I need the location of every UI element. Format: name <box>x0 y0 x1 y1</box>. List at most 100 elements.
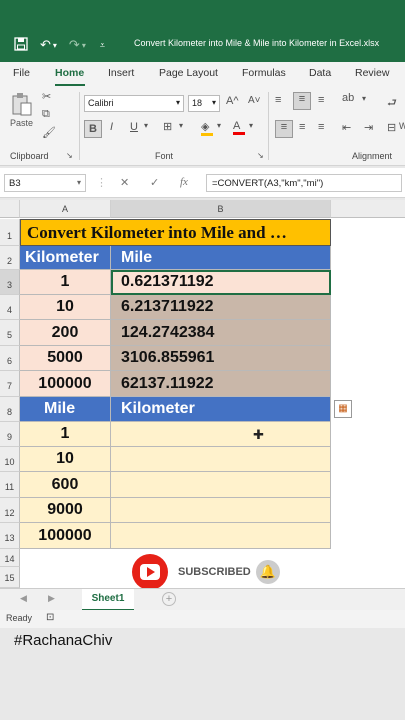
paste-label[interactable]: Paste <box>10 118 33 128</box>
accessibility-icon[interactable]: ⊡ <box>46 612 54 623</box>
orientation-dropdown-icon[interactable]: ▾ <box>362 94 366 103</box>
redo-dropdown-icon[interactable]: ▾ <box>82 41 86 50</box>
fill-dropdown-icon[interactable]: ▾ <box>217 121 221 130</box>
cancel-icon[interactable]: ✕ <box>120 176 129 189</box>
font-color-icon[interactable]: A <box>233 120 245 135</box>
copy-icon[interactable]: ⧉ <box>42 108 50 121</box>
tab-file[interactable]: File <box>13 67 30 79</box>
km-cell[interactable] <box>111 498 331 523</box>
formula-input[interactable]: =CONVERT(A3,"km","mi") <box>206 174 402 192</box>
mile-cell[interactable]: 3106.855961 <box>111 346 331 371</box>
fill-color-icon[interactable]: ◈ <box>201 120 213 136</box>
top-align-icon[interactable]: ≡ <box>275 94 281 106</box>
row-header[interactable]: 1 <box>0 219 20 246</box>
undo-dropdown-icon[interactable]: ▾ <box>53 41 57 50</box>
quick-analysis-icon[interactable]: ▦ <box>334 400 352 418</box>
row-header[interactable]: 14 <box>0 549 20 567</box>
bold-button[interactable]: B <box>84 120 102 138</box>
row-header[interactable]: 7 <box>0 371 20 397</box>
tab-page-layout[interactable]: Page Layout <box>159 67 218 79</box>
km-cell[interactable]: 200 <box>20 320 111 346</box>
font-name-select[interactable]: Calibri ▾ <box>84 95 184 112</box>
paste-icon[interactable] <box>11 92 33 119</box>
tab-formulas[interactable]: Formulas <box>242 67 286 79</box>
mile-cell[interactable]: 1 <box>20 422 111 447</box>
align-center-icon[interactable]: ≡ <box>299 121 305 133</box>
sheet-tab-sheet1[interactable]: Sheet1 <box>82 589 134 611</box>
mile-cell[interactable]: 100000 <box>20 523 111 549</box>
align-left-icon[interactable]: ≡ <box>275 120 293 138</box>
font-launcher-icon[interactable]: ↘ <box>257 151 264 160</box>
header-mile[interactable]: Mile <box>20 397 111 422</box>
align-right-icon[interactable]: ≡ <box>318 121 324 133</box>
row-header[interactable]: 12 <box>0 498 20 523</box>
row-header[interactable]: 15 <box>0 567 20 588</box>
row-header[interactable]: 8 <box>0 397 20 422</box>
shrink-font-icon[interactable]: A˅ <box>248 95 261 106</box>
row-header[interactable]: 9 <box>0 422 20 447</box>
save-icon[interactable] <box>14 36 28 54</box>
mile-cell[interactable]: 62137.11922 <box>111 371 331 397</box>
orientation-icon[interactable]: ab <box>342 92 354 104</box>
tab-scroll-right-icon[interactable]: ▶ <box>48 593 55 604</box>
km-cell[interactable] <box>111 447 331 472</box>
font-size-select[interactable]: 18 ▾ <box>188 95 220 112</box>
redo-icon[interactable]: ↷ <box>69 37 80 53</box>
cut-icon[interactable]: ✂ <box>42 90 51 103</box>
row-header[interactable]: 6 <box>0 346 20 371</box>
font-color-dropdown-icon[interactable]: ▾ <box>249 121 253 130</box>
tab-review[interactable]: Review <box>355 67 389 79</box>
mile-cell-selected[interactable]: 0.621371192 <box>111 270 331 295</box>
italic-button[interactable]: I <box>110 121 113 133</box>
row-header[interactable]: 10 <box>0 447 20 472</box>
row-header[interactable]: 5 <box>0 320 20 346</box>
subscribe-overlay[interactable]: SUBSCRIBED 🔔 <box>132 554 284 590</box>
bottom-align-icon[interactable]: ≡ <box>318 94 324 106</box>
mile-cell[interactable]: 600 <box>20 472 111 498</box>
borders-icon[interactable]: ⊞ <box>163 120 172 133</box>
title-cell[interactable]: Convert Kilometer into Mile and … <box>20 219 331 246</box>
enter-icon[interactable]: ✓ <box>150 176 159 189</box>
tab-data[interactable]: Data <box>309 67 331 79</box>
header-kilometer[interactable]: Kilometer <box>111 397 331 422</box>
clipboard-launcher-icon[interactable]: ↘ <box>66 151 73 160</box>
grow-font-icon[interactable]: A^ <box>226 95 239 107</box>
format-painter-icon[interactable]: 🖌 <box>42 126 56 139</box>
row-header[interactable]: 2 <box>0 246 20 270</box>
name-box[interactable]: B3 ▾ <box>4 174 86 192</box>
header-kilometer[interactable]: Kilometer <box>20 246 111 270</box>
km-cell[interactable]: 1 <box>20 270 111 295</box>
add-sheet-button[interactable]: + <box>162 592 176 606</box>
km-cell[interactable]: 100000 <box>20 371 111 397</box>
km-cell[interactable]: 5000 <box>20 346 111 371</box>
row-header[interactable]: 11 <box>0 472 20 498</box>
tab-home[interactable]: Home <box>55 67 84 79</box>
mile-cell[interactable]: 6.213711922 <box>111 295 331 320</box>
row-header[interactable]: 13 <box>0 523 20 549</box>
borders-dropdown-icon[interactable]: ▾ <box>179 121 183 130</box>
increase-indent-icon[interactable]: ⇥ <box>364 121 373 134</box>
km-cell[interactable]: 10 <box>20 295 111 320</box>
tab-insert[interactable]: Insert <box>108 67 134 79</box>
underline-dropdown-icon[interactable]: ▾ <box>144 121 148 130</box>
mile-cell[interactable]: 9000 <box>20 498 111 523</box>
customize-qat-icon[interactable]: ⩡ <box>100 40 105 51</box>
merge-center-icon[interactable]: ⊟ <box>387 121 396 134</box>
middle-align-icon[interactable]: ≡ <box>293 92 311 110</box>
km-cell[interactable] <box>111 422 331 447</box>
row-header[interactable]: 3 <box>0 270 20 295</box>
tab-scroll-left-icon[interactable]: ◀ <box>20 593 27 604</box>
wrap-text-icon[interactable]: ⮐ <box>387 94 397 113</box>
mile-cell[interactable]: 124.2742384 <box>111 320 331 346</box>
mile-cell[interactable]: 10 <box>20 447 111 472</box>
decrease-indent-icon[interactable]: ⇤ <box>342 121 351 134</box>
km-cell[interactable] <box>111 472 331 498</box>
header-mile[interactable]: Mile <box>111 246 331 270</box>
bell-icon[interactable]: 🔔 <box>256 560 280 584</box>
column-header-b[interactable]: B <box>111 200 331 218</box>
insert-function-icon[interactable]: fx <box>180 176 188 188</box>
undo-icon[interactable]: ↶ <box>40 37 51 53</box>
km-cell[interactable] <box>111 523 331 549</box>
row-header[interactable]: 4 <box>0 295 20 320</box>
underline-button[interactable]: U <box>130 121 138 133</box>
